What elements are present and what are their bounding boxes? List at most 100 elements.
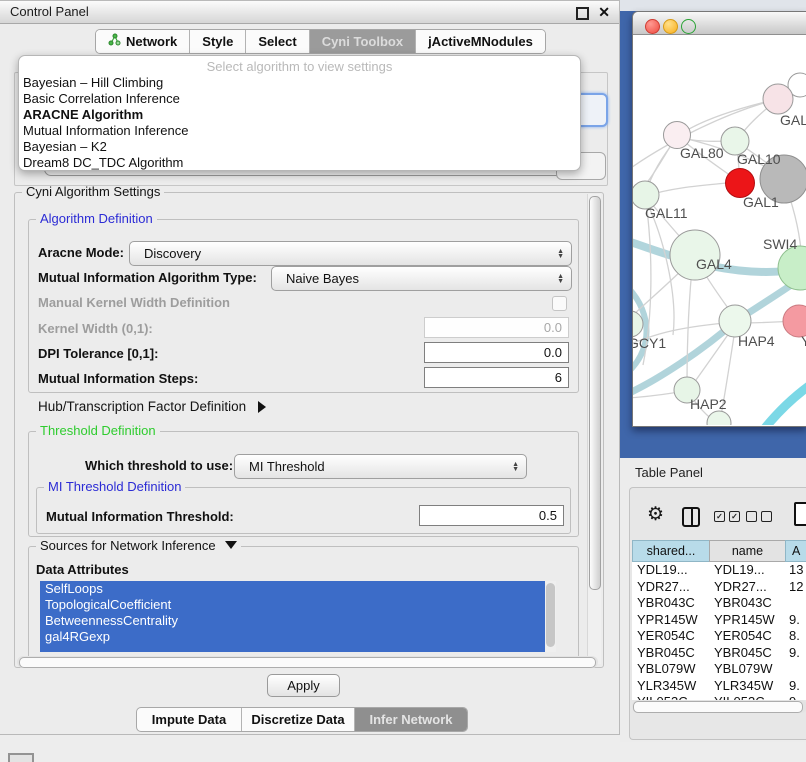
algorithm-option-selected[interactable]: ARACNE Algorithm bbox=[23, 107, 573, 123]
table-body: YDL19...YDL19...13 YDR27...YDR27...12 YB… bbox=[632, 562, 806, 700]
aracne-mode-select[interactable]: Discovery ▲▼ bbox=[129, 241, 572, 266]
tab-discretize-data[interactable]: Discretize Data bbox=[242, 708, 355, 731]
tab-select[interactable]: Select bbox=[246, 30, 309, 53]
threshold-definition-title: Threshold Definition bbox=[36, 424, 160, 438]
deselect-all-columns-icon[interactable] bbox=[746, 511, 772, 522]
list-item[interactable]: SelfLoops bbox=[40, 581, 546, 597]
algorithm-option[interactable]: Basic Correlation Inference bbox=[23, 91, 573, 107]
node-label: SWI4 bbox=[763, 236, 797, 252]
network-window-titlebar bbox=[633, 12, 806, 35]
network-graph: GAL GAL80 GAL10 GAL1 GAL11 SWI4 GAL4 GCY… bbox=[633, 35, 806, 425]
network-node-swi4[interactable] bbox=[778, 246, 806, 290]
close-traffic-light[interactable] bbox=[645, 19, 660, 34]
algorithm-option[interactable]: Bayesian – K2 bbox=[23, 139, 573, 155]
aracne-mode-label: Aracne Mode: bbox=[38, 245, 124, 260]
table-row[interactable]: YBL079WYBL079W bbox=[632, 661, 806, 678]
table-hscrollbar-thumb[interactable] bbox=[633, 701, 803, 713]
unchecked-box-icon bbox=[746, 511, 757, 522]
algorithm-option[interactable]: Dream8 DC_TDC Algorithm bbox=[23, 155, 573, 171]
list-item[interactable]: TopologicalCoefficient bbox=[40, 597, 546, 613]
table-row[interactable]: YER054CYER054C8. bbox=[632, 628, 806, 645]
dpi-tolerance-field[interactable]: 0.0 bbox=[424, 342, 569, 363]
combo-arrows-icon: ▲▼ bbox=[557, 274, 571, 284]
settings-scrollbar-thumb[interactable] bbox=[589, 196, 601, 590]
file-icon[interactable] bbox=[794, 502, 806, 526]
aracne-mode-value: Discovery bbox=[130, 246, 201, 261]
column-header-partial[interactable]: A bbox=[785, 540, 806, 562]
list-item[interactable]: gal4RGexp bbox=[40, 629, 546, 645]
manual-kernel-label: Manual Kernel Width Definition bbox=[38, 295, 230, 310]
hub-expander[interactable]: Hub/Transcription Factor Definition bbox=[38, 399, 266, 414]
control-panel-title: Control Panel bbox=[10, 1, 89, 23]
bottom-left-widget[interactable] bbox=[8, 753, 34, 762]
list-item-partial[interactable] bbox=[40, 645, 546, 652]
node-label: GAL10 bbox=[737, 151, 781, 167]
table-row[interactable]: YPR145WYPR145W9. bbox=[632, 612, 806, 629]
settings-hscrollbar-thumb[interactable] bbox=[19, 657, 596, 668]
table-row[interactable]: YBR043CYBR043C bbox=[632, 595, 806, 612]
mi-steps-field[interactable]: 6 bbox=[424, 367, 569, 388]
table-row[interactable]: YDL19...YDL19...13 bbox=[632, 562, 806, 579]
checked-box-icon: ✓ bbox=[729, 511, 740, 522]
which-threshold-value: MI Threshold bbox=[235, 459, 325, 474]
tab-network[interactable]: Network bbox=[96, 30, 190, 53]
tab-infer-network[interactable]: Infer Network bbox=[355, 708, 467, 731]
apply-button[interactable]: Apply bbox=[267, 674, 340, 697]
network-node-pink[interactable] bbox=[763, 84, 793, 114]
network-view-window: GAL GAL80 GAL10 GAL1 GAL11 SWI4 GAL4 GCY… bbox=[632, 11, 806, 427]
table-row[interactable]: YLR345WYLR345W9. bbox=[632, 678, 806, 695]
tab-label: Network bbox=[126, 30, 177, 53]
table-row[interactable]: YDR27...YDR27...12 bbox=[632, 579, 806, 596]
float-window-icon[interactable] bbox=[576, 7, 589, 20]
tab-label: Style bbox=[202, 30, 233, 53]
node-label: GAL80 bbox=[680, 145, 724, 161]
table-header-row: shared... name A bbox=[632, 540, 806, 562]
tab-impute-data[interactable]: Impute Data bbox=[137, 708, 242, 731]
expander-down-icon bbox=[225, 541, 237, 549]
sources-expander[interactable]: Sources for Network Inference bbox=[36, 539, 241, 553]
zoom-traffic-light[interactable] bbox=[681, 19, 696, 34]
network-node-partial-bottom[interactable] bbox=[707, 411, 731, 425]
minimize-traffic-light[interactable] bbox=[663, 19, 678, 34]
tab-cyni-toolbox[interactable]: Cyni Toolbox bbox=[310, 30, 416, 53]
control-panel-tabbar: Network Style Select Cyni Toolbox jActiv… bbox=[95, 29, 546, 54]
node-label: HAP4 bbox=[738, 333, 775, 349]
sources-title: Sources for Network Inference bbox=[40, 538, 216, 553]
column-header-name[interactable]: name bbox=[709, 540, 785, 562]
list-item[interactable]: BetweennessCentrality bbox=[40, 613, 546, 629]
tab-label: Cyni Toolbox bbox=[322, 30, 403, 53]
network-edge-cyan[interactable] bbox=[761, 383, 806, 425]
close-icon[interactable]: ✕ bbox=[598, 3, 610, 21]
network-node-gal4[interactable] bbox=[670, 230, 720, 280]
table-row[interactable]: YBR045CYBR045C9. bbox=[632, 645, 806, 662]
manual-kernel-checkbox[interactable] bbox=[552, 296, 567, 311]
columns-icon[interactable] bbox=[682, 507, 700, 527]
kernel-width-field[interactable]: 0.0 bbox=[424, 317, 569, 338]
unchecked-box-icon bbox=[761, 511, 772, 522]
algorithm-option[interactable]: Bayesian – Hill Climbing bbox=[23, 75, 573, 91]
network-icon bbox=[108, 30, 121, 53]
mi-type-select[interactable]: Naive Bayes ▲▼ bbox=[271, 266, 572, 291]
network-canvas[interactable]: GAL GAL80 GAL10 GAL1 GAL11 SWI4 GAL4 GCY… bbox=[633, 35, 806, 425]
data-attributes-label: Data Attributes bbox=[36, 562, 129, 577]
mi-threshold-field[interactable]: 0.5 bbox=[419, 505, 564, 526]
list-scrollbar-track[interactable] bbox=[545, 581, 556, 652]
table-panel: Table Panel ⚙ ✓ ✓ shared... name A YDL19… bbox=[620, 458, 806, 742]
control-panel-titlebar: Control Panel ✕ bbox=[0, 1, 619, 24]
dpi-tolerance-label: DPI Tolerance [0,1]: bbox=[38, 346, 158, 361]
node-label: GAL1 bbox=[743, 194, 779, 210]
tab-style[interactable]: Style bbox=[190, 30, 246, 53]
list-scrollbar-thumb[interactable] bbox=[546, 583, 555, 647]
column-header-shared-name[interactable]: shared... bbox=[632, 540, 709, 562]
node-label: Y bbox=[801, 333, 806, 349]
gear-icon[interactable]: ⚙ bbox=[647, 505, 664, 524]
tab-jactivemnodules[interactable]: jActiveMNodules bbox=[416, 30, 545, 53]
select-all-columns-icon[interactable]: ✓ ✓ bbox=[714, 511, 740, 522]
screenshot-root: Control Panel ✕ Network Style Select bbox=[0, 0, 806, 762]
algorithm-option[interactable]: Mutual Information Inference bbox=[23, 123, 573, 139]
table-panel-title: Table Panel bbox=[635, 465, 703, 480]
tab-label: jActiveMNodules bbox=[428, 30, 533, 53]
network-desktop: GAL GAL80 GAL10 GAL1 GAL11 SWI4 GAL4 GCY… bbox=[620, 0, 806, 458]
kernel-width-label: Kernel Width (0,1): bbox=[38, 321, 153, 336]
which-threshold-select[interactable]: MI Threshold ▲▼ bbox=[234, 454, 527, 479]
